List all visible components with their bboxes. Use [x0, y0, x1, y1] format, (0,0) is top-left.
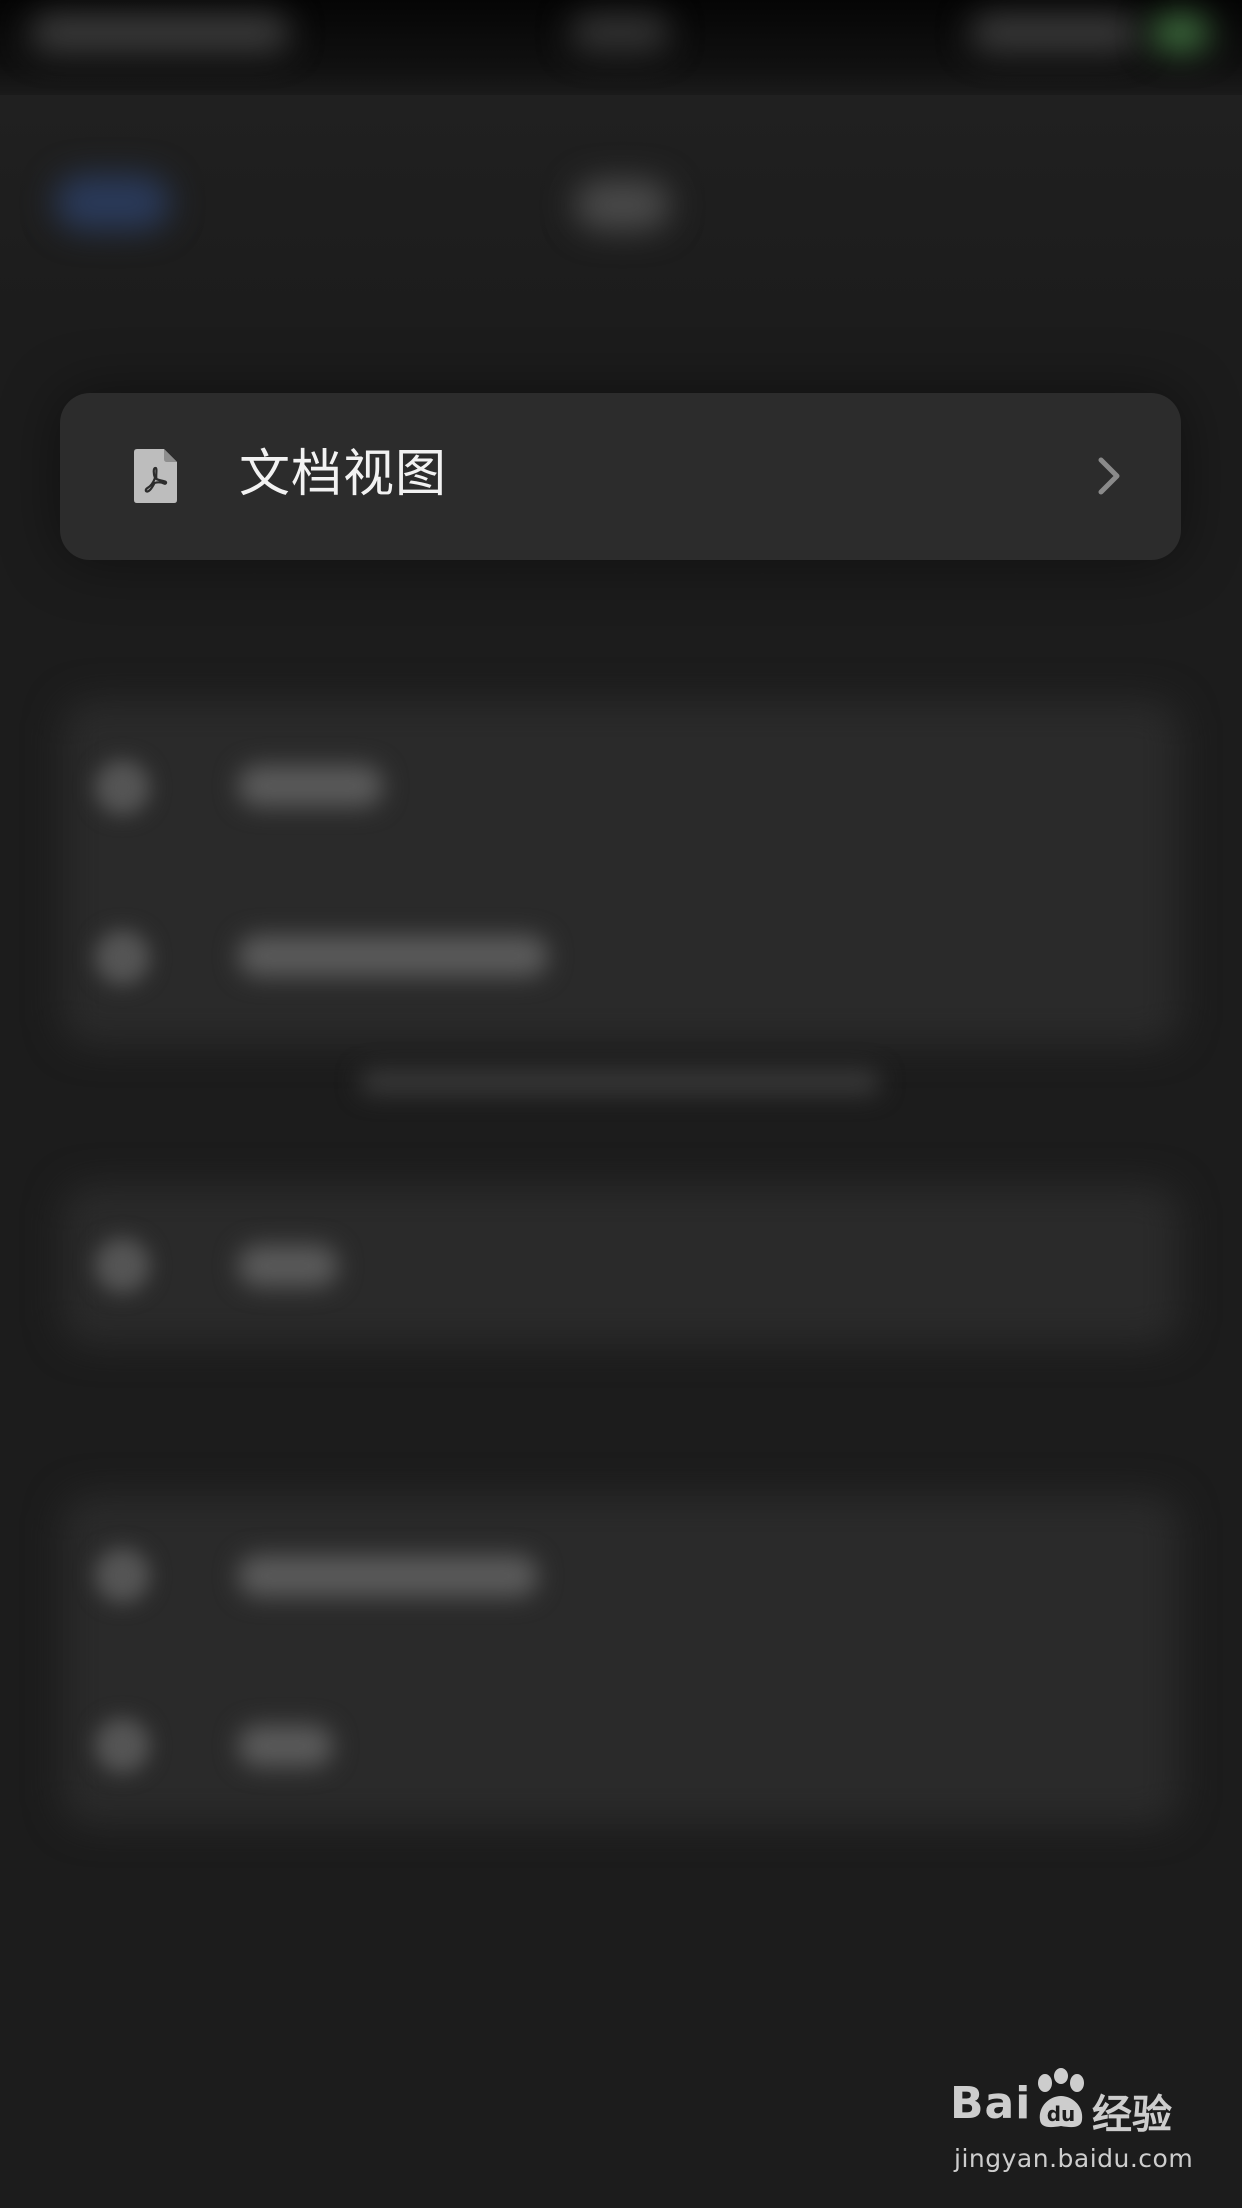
background-group-3: [62, 1495, 1180, 1825]
background-row-icon: [95, 1238, 150, 1293]
background-row-text: [238, 1725, 333, 1767]
background-row-text: [238, 1245, 338, 1287]
background-group-2: [62, 1185, 1180, 1345]
background-row-icon: [95, 1548, 150, 1603]
baidu-jingyan-watermark: Bai du 经验 jingyan.baidu.com: [950, 2068, 1194, 2183]
back-button-blur: [55, 175, 170, 230]
background-row-text: [238, 935, 548, 977]
chevron-right-icon: [1098, 457, 1120, 495]
status-time-blur: [30, 14, 290, 52]
background-group-1: [62, 700, 1180, 1045]
document-view-menu-item[interactable]: 文档视图: [60, 393, 1181, 560]
pdf-document-icon: [134, 449, 177, 503]
background-row-text: [238, 1555, 538, 1597]
battery-indicator-blur: [1150, 14, 1210, 52]
nav-bar-blurred: [0, 95, 1242, 320]
watermark-brand-cn: 经验: [1092, 2092, 1172, 2138]
baidu-paw-icon: du: [1038, 2068, 1084, 2128]
watermark-brand: Bai: [950, 2078, 1032, 2129]
svg-text:du: du: [1047, 2102, 1076, 2126]
background-row-text: [238, 765, 383, 807]
background-row-icon: [95, 930, 150, 985]
status-bar: [0, 0, 1242, 95]
status-center-blur: [570, 14, 670, 52]
status-right-blur: [970, 14, 1140, 52]
background-caption: [360, 1070, 880, 1094]
watermark-url: jingyan.baidu.com: [954, 2144, 1194, 2173]
background-row-icon: [95, 1718, 150, 1773]
menu-item-label: 文档视图: [239, 445, 448, 504]
background-row-icon: [95, 760, 150, 815]
nav-title-blur: [575, 180, 670, 230]
